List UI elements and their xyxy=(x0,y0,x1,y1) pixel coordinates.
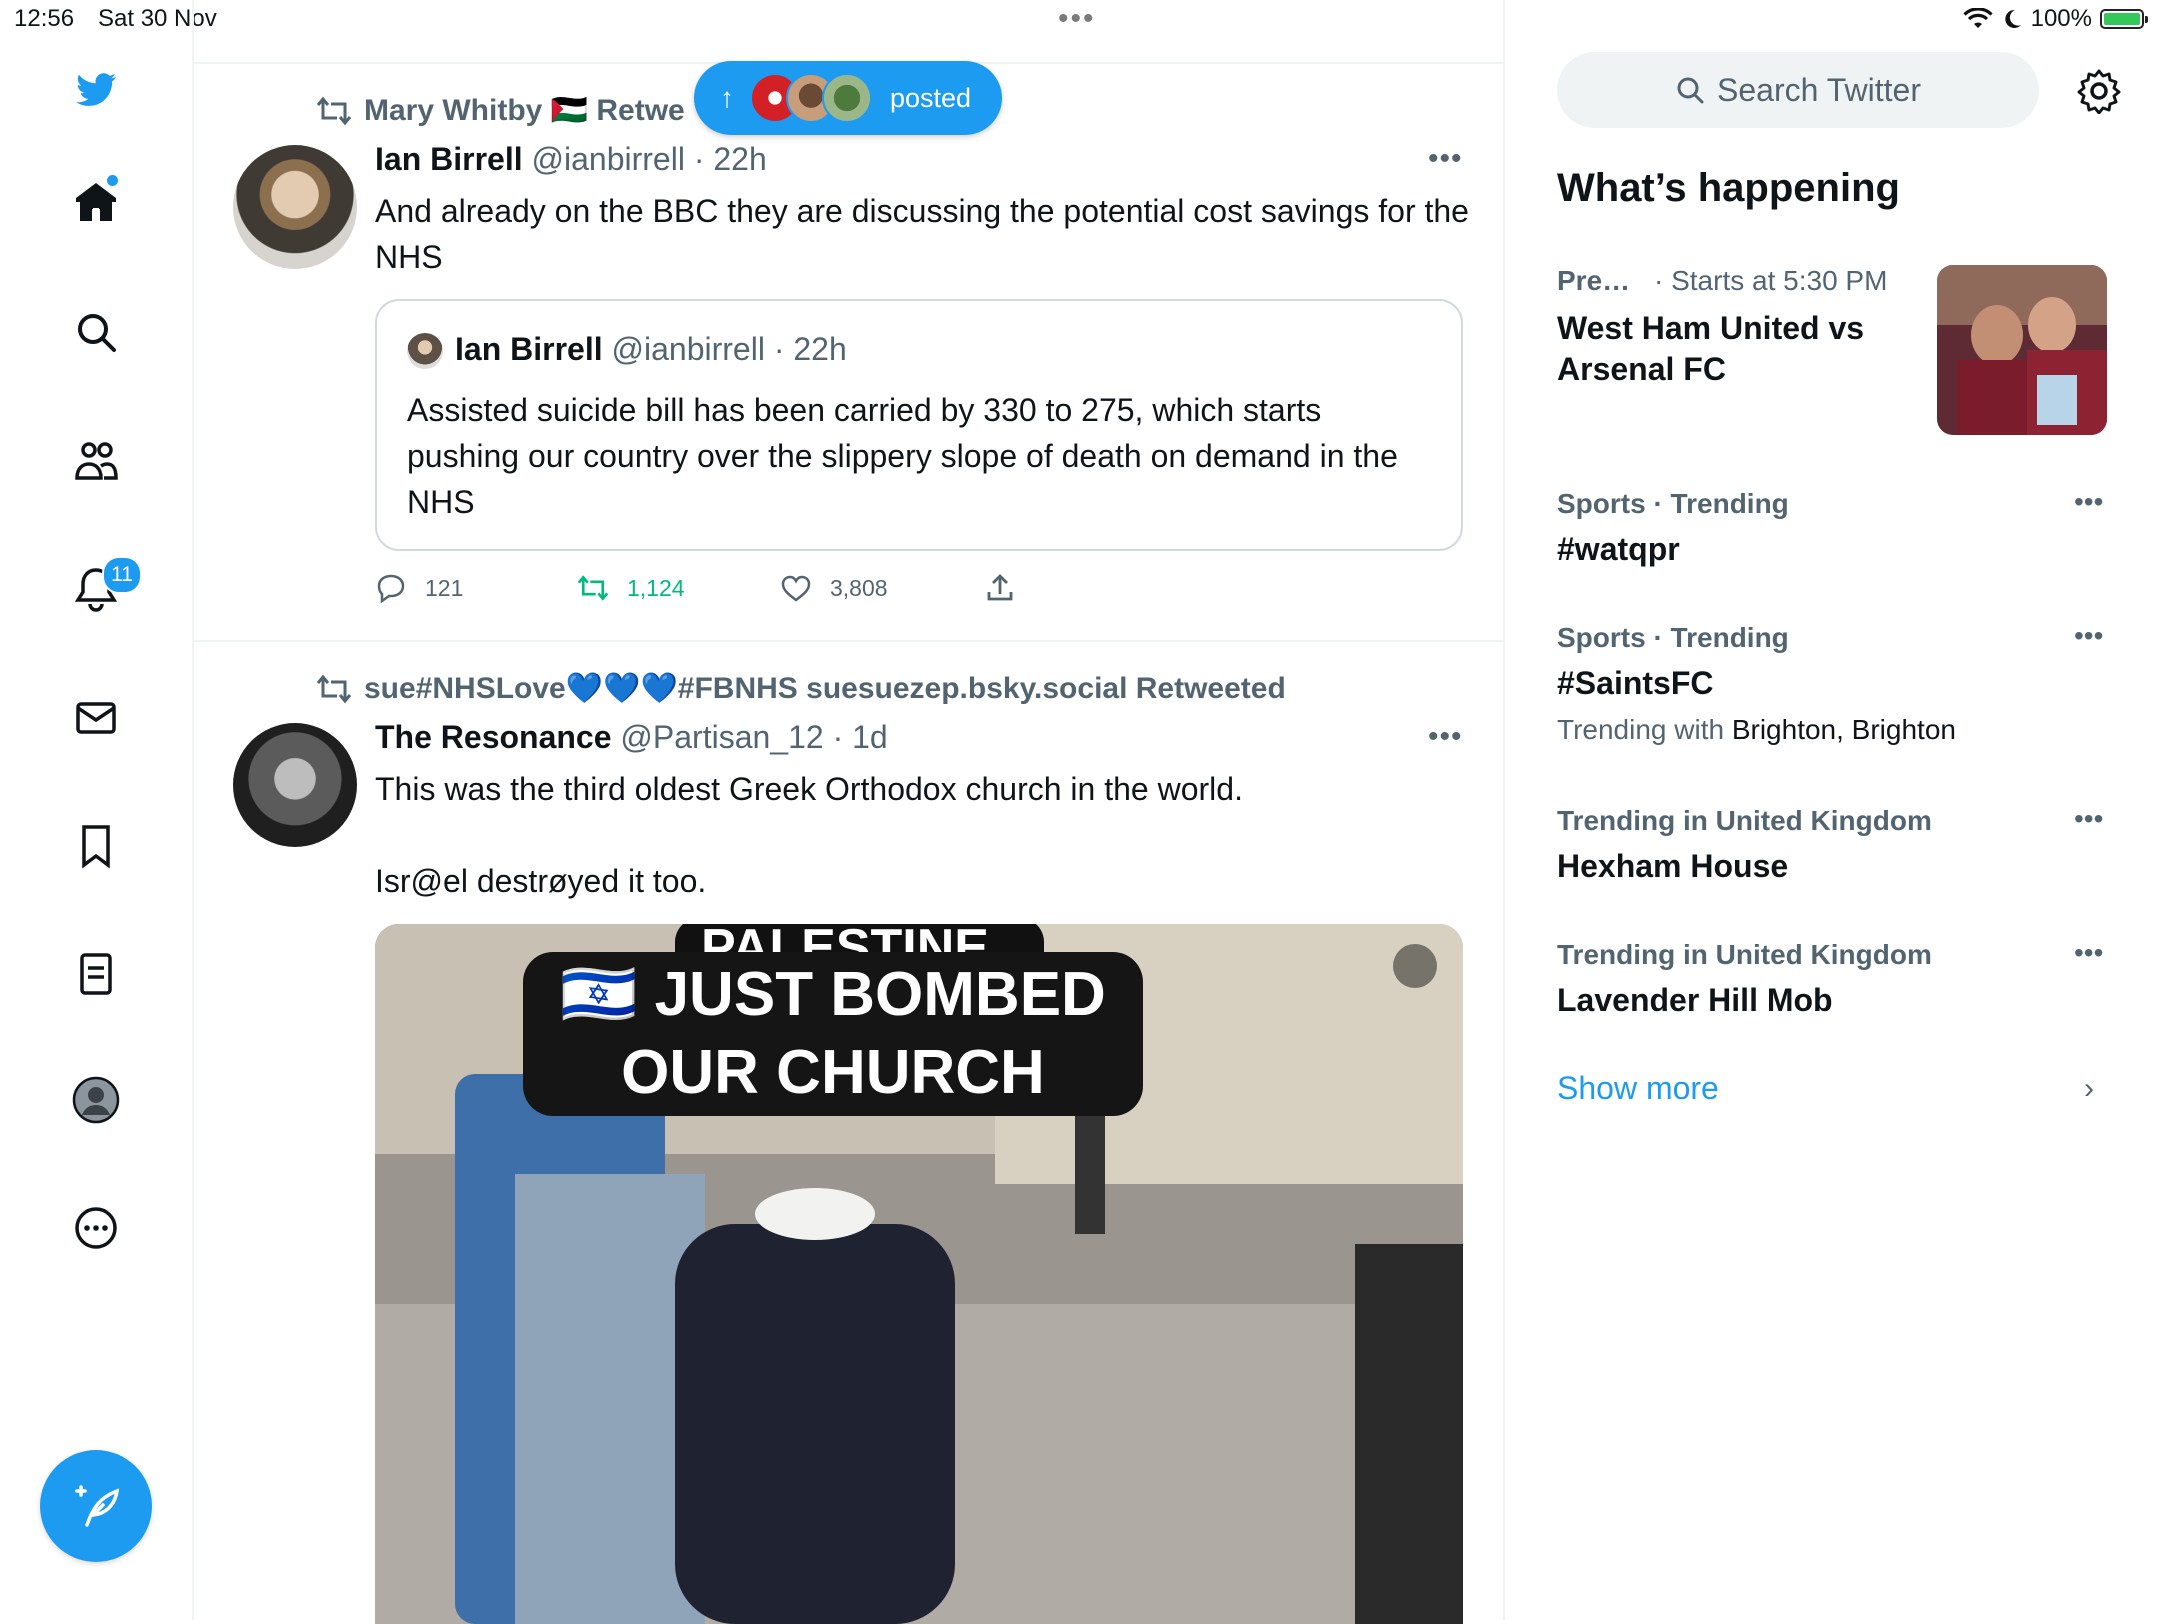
arrow-up-icon: ↑ xyxy=(720,82,734,113)
gear-icon[interactable] xyxy=(2076,68,2122,119)
compose-icon xyxy=(75,1485,120,1527)
quoted-author: Ian Birrell @ianbirrell · 22h xyxy=(455,331,847,368)
reply-count: 121 xyxy=(425,574,464,601)
quoted-author-name: Ian Birrell xyxy=(455,331,603,367)
tweet-text: And already on the BBC they are discussi… xyxy=(375,193,1469,275)
tweet-author[interactable]: Ian Birrell @ianbirrell · 22h xyxy=(375,141,767,178)
trend-more-button[interactable]: ••• xyxy=(2074,620,2103,652)
like-button[interactable]: 3,808 xyxy=(780,572,888,604)
wifi-icon xyxy=(1962,8,1993,28)
bookmark-icon[interactable] xyxy=(66,816,126,876)
new-posts-label: posted xyxy=(890,82,972,113)
search-icon[interactable] xyxy=(66,302,126,362)
search-icon xyxy=(1677,77,1704,104)
quoted-author-avatar xyxy=(407,333,443,369)
moon-icon xyxy=(2004,9,2021,28)
retweet-context-text: Mary Whitby 🇵🇸 Retwe xyxy=(364,94,685,127)
communities-icon[interactable] xyxy=(66,430,126,490)
messages-icon[interactable] xyxy=(66,688,126,748)
like-icon xyxy=(781,575,811,602)
trends-title: What’s happening xyxy=(1557,166,1900,210)
new-posts-pill[interactable]: ↑ posted xyxy=(694,61,1002,135)
event-image xyxy=(1937,265,2107,435)
event-meta-left: Pre… xyxy=(1557,265,1631,296)
trend-meta: Sports · Trending xyxy=(1557,622,1789,653)
author-avatar[interactable] xyxy=(233,723,357,847)
author-handle-time: @Partisan_12 · 1d xyxy=(620,719,888,755)
retweet-count: 1,124 xyxy=(627,574,685,601)
author-handle-time: @ianbirrell · 22h xyxy=(531,141,767,177)
retweet-icon xyxy=(316,674,352,703)
trend-more-button[interactable]: ••• xyxy=(2074,486,2103,518)
author-name: Ian Birrell xyxy=(375,141,523,177)
show-more-link[interactable]: Show more xyxy=(1557,1070,1719,1107)
captions-toggle-icon[interactable] xyxy=(1393,944,1437,988)
home-unread-dot xyxy=(107,175,118,186)
tweet-divider xyxy=(193,640,1503,642)
tweet-text-line-1: This was the third oldest Greek Orthodox… xyxy=(375,771,1243,807)
retweet-icon xyxy=(577,575,609,601)
reply-button[interactable]: 121 xyxy=(375,572,463,604)
trend-name: #watqpr xyxy=(1557,531,1680,567)
trend-name: #SaintsFC xyxy=(1557,665,1714,701)
trend-name: Lavender Hill Mob xyxy=(1557,982,1833,1018)
retweet-context[interactable]: sue#NHSLove💙💙💙#FBNHS suesuezep.bsky.soci… xyxy=(316,671,1286,706)
search-input[interactable]: Search Twitter xyxy=(1557,52,2039,128)
tweet-video[interactable]: PALESTINE . 🇮🇱 JUST BOMBED OUR CHURCH xyxy=(375,924,1463,1624)
more-icon[interactable] xyxy=(66,1198,126,1258)
lists-icon[interactable] xyxy=(66,944,126,1004)
profile-icon[interactable] xyxy=(66,1070,126,1130)
author-name: The Resonance xyxy=(375,719,612,755)
share-button[interactable] xyxy=(984,572,1016,604)
battery-percent: 100% xyxy=(2030,5,2092,32)
pill-avatar-3 xyxy=(822,73,872,123)
trend-name: Hexham House xyxy=(1557,848,1789,884)
share-icon xyxy=(987,574,1013,601)
event-name: West Ham United vs Arsenal FC xyxy=(1557,310,1865,387)
tweet-more-button[interactable]: ••• xyxy=(1428,720,1463,754)
quoted-author-handle-time: @ianbirrell · 22h xyxy=(611,331,847,367)
retweet-button[interactable]: 1,124 xyxy=(577,572,685,604)
trend-more-button[interactable]: ••• xyxy=(2074,803,2103,835)
tweet-author[interactable]: The Resonance @Partisan_12 · 1d xyxy=(375,719,888,756)
quoted-tweet-text: Assisted suicide bill has been carried b… xyxy=(407,392,1398,520)
media-caption-main: 🇮🇱 JUST BOMBED OUR CHURCH xyxy=(523,952,1143,1116)
battery-icon xyxy=(2100,9,2148,29)
like-count: 3,808 xyxy=(830,574,888,601)
author-avatar[interactable] xyxy=(233,145,357,269)
chevron-right-icon[interactable]: › xyxy=(2084,1072,2094,1106)
retweet-context[interactable]: Mary Whitby 🇵🇸 Retwe xyxy=(316,93,685,128)
trend-meta: Sports · Trending xyxy=(1557,488,1789,519)
retweet-icon xyxy=(316,96,352,125)
event-meta-right: · Starts at 5:30 PM xyxy=(1654,265,1888,296)
tweet-text-line-2: Isr@el destrøyed it too. xyxy=(375,863,707,899)
twitter-bird-icon[interactable] xyxy=(66,60,126,120)
left-navigation: 11 xyxy=(0,0,194,1620)
trend-context: Trending with Brighton, Brighton xyxy=(1557,714,1956,746)
trend-more-button[interactable]: ••• xyxy=(2074,937,2103,969)
search-placeholder: Search Twitter xyxy=(1717,71,1921,108)
quoted-tweet[interactable]: Ian Birrell @ianbirrell · 22h Assisted s… xyxy=(375,299,1463,551)
trend-meta: Trending in United Kingdom xyxy=(1557,805,1932,836)
retweet-context-text: sue#NHSLove💙💙💙#FBNHS suesuezep.bsky.soci… xyxy=(364,672,1286,705)
status-indicators: 100% xyxy=(1962,5,2148,33)
trend-meta: Trending in United Kingdom xyxy=(1557,939,1932,970)
notifications-badge: 11 xyxy=(102,556,142,594)
trend-context-value: Brighton, Brighton xyxy=(1731,714,1956,745)
compose-button[interactable] xyxy=(40,1450,152,1562)
tweet-more-button[interactable]: ••• xyxy=(1428,142,1463,176)
reply-icon xyxy=(377,574,405,604)
trend-context-label: Trending with xyxy=(1557,714,1732,745)
